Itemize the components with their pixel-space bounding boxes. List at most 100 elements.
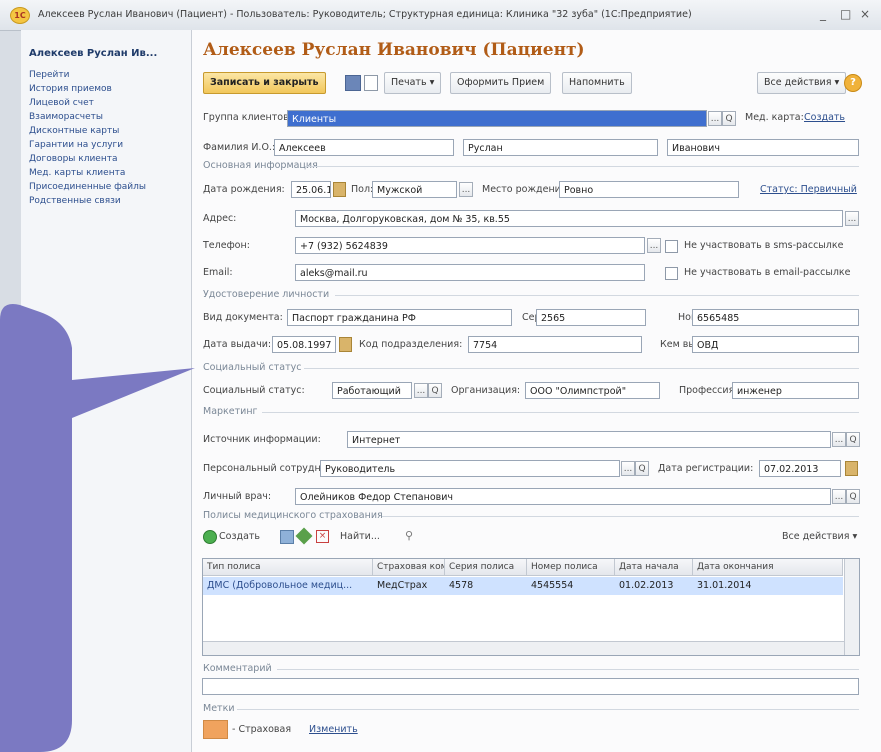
email-input[interactable]: aleks@mail.ru bbox=[295, 264, 645, 281]
policies-table: Тип полиса Страховая комп... Серия полис… bbox=[202, 558, 860, 656]
source-input[interactable]: Интернет bbox=[347, 431, 831, 448]
save-close-button[interactable]: Записать и закрыть bbox=[203, 72, 326, 94]
issued-by-input[interactable]: ОВД bbox=[692, 336, 859, 353]
column-header[interactable]: Номер полиса bbox=[527, 559, 615, 576]
table-cell[interactable]: МедСтрах bbox=[373, 577, 445, 595]
employee-search-icon[interactable]: Q bbox=[635, 461, 649, 476]
policies-all-actions-button[interactable]: Все действия ▾ bbox=[782, 531, 857, 542]
sms-opt-out-label: Не участвовать в sms-рассылке bbox=[684, 240, 844, 251]
last-name-input[interactable]: Алексеев bbox=[274, 139, 454, 156]
client-group-search-icon[interactable]: Q bbox=[722, 111, 736, 126]
birthplace-input[interactable]: Ровно bbox=[559, 181, 739, 198]
sidebar-item-guarantees[interactable]: Гарантии на услуги bbox=[29, 140, 123, 150]
table-cell[interactable]: ДМС (Добровольное медиц... bbox=[203, 577, 373, 595]
table-cell[interactable]: 31.01.2014 bbox=[693, 577, 843, 595]
search-icon[interactable]: ⚲ bbox=[405, 530, 417, 542]
client-group-select-button[interactable]: ... bbox=[708, 111, 722, 126]
social-status-search-icon[interactable]: Q bbox=[428, 383, 442, 398]
phone-input[interactable]: +7 (932) 5624839 bbox=[295, 237, 645, 254]
column-header[interactable]: Дата окончания bbox=[693, 559, 843, 576]
profession-label: Профессия: bbox=[679, 385, 738, 396]
create-icon[interactable] bbox=[203, 530, 217, 544]
sidebar-item-go[interactable]: Перейти bbox=[29, 70, 70, 80]
table-horizontal-scrollbar[interactable] bbox=[203, 641, 844, 655]
label-color-swatch bbox=[203, 720, 228, 739]
remind-button[interactable]: Напомнить bbox=[562, 72, 632, 94]
column-header[interactable]: Страховая комп... bbox=[373, 559, 445, 576]
sidebar-item-files[interactable]: Присоединенные файлы bbox=[29, 182, 146, 192]
doctor-search-icon[interactable]: Q bbox=[846, 489, 860, 504]
find-button[interactable]: Найти... bbox=[340, 531, 380, 542]
series-input[interactable]: 2565 bbox=[536, 309, 646, 326]
maximize-button[interactable]: □ bbox=[840, 7, 851, 21]
sidebar-item-med-cards[interactable]: Мед. карты клиента bbox=[29, 168, 125, 178]
column-header[interactable]: Серия полиса bbox=[445, 559, 527, 576]
column-header[interactable]: Тип полиса bbox=[203, 559, 373, 576]
employee-input[interactable]: Руководитель bbox=[320, 460, 620, 477]
calendar-icon[interactable] bbox=[845, 461, 858, 476]
sms-opt-out-checkbox[interactable] bbox=[665, 240, 678, 253]
address-input[interactable]: Москва, Долгоруковская, дом № 35, кв.55 bbox=[295, 210, 843, 227]
profession-input[interactable]: инженер bbox=[732, 382, 859, 399]
close-button[interactable]: × bbox=[860, 7, 870, 21]
employee-select-button[interactable]: ... bbox=[621, 461, 635, 476]
sidebar-item-settlements[interactable]: Взаиморасчеты bbox=[29, 112, 103, 122]
dob-input[interactable]: 25.06.19 bbox=[291, 181, 331, 198]
print-button[interactable]: Печать ▾ bbox=[384, 72, 442, 94]
doctor-select-button[interactable]: ... bbox=[832, 489, 846, 504]
source-label: Источник информации: bbox=[203, 434, 321, 445]
phone-select-button[interactable]: ... bbox=[647, 238, 661, 253]
sex-select-button[interactable]: ... bbox=[459, 182, 473, 197]
help-icon[interactable]: ? bbox=[844, 74, 862, 92]
med-card-label: Мед. карта: bbox=[745, 112, 804, 123]
table-cell[interactable]: 4578 bbox=[445, 577, 527, 595]
minimize-button[interactable]: _ bbox=[820, 7, 826, 21]
social-status-label: Социальный статус: bbox=[203, 385, 305, 396]
source-select-button[interactable]: ... bbox=[832, 432, 846, 447]
calendar-icon[interactable] bbox=[333, 182, 346, 197]
dept-code-input[interactable]: 7754 bbox=[468, 336, 642, 353]
table-cell[interactable]: 4545554 bbox=[527, 577, 615, 595]
email-opt-out-checkbox[interactable] bbox=[665, 267, 678, 280]
table-vertical-scrollbar[interactable] bbox=[844, 559, 859, 655]
source-search-icon[interactable]: Q bbox=[846, 432, 860, 447]
main-form: Алексеев Руслан Иванович (Пациент) Запис… bbox=[192, 30, 881, 752]
all-actions-button[interactable]: Все действия ▾ bbox=[757, 72, 847, 94]
client-group-input[interactable]: Клиенты bbox=[287, 110, 707, 127]
callout-shape bbox=[0, 304, 195, 752]
section-divider bbox=[335, 295, 859, 296]
sidebar-item-contracts[interactable]: Договоры клиента bbox=[29, 154, 117, 164]
sidebar-item-account[interactable]: Лицевой счет bbox=[29, 98, 94, 108]
sex-input[interactable]: Мужской bbox=[372, 181, 457, 198]
column-header[interactable]: Дата начала bbox=[615, 559, 693, 576]
middle-name-input[interactable]: Иванович bbox=[667, 139, 859, 156]
issue-date-input[interactable]: 05.08.1997 bbox=[272, 336, 336, 353]
sidebar-item-relations[interactable]: Родственные связи bbox=[29, 196, 121, 206]
make-visit-button[interactable]: Оформить Прием bbox=[450, 72, 552, 94]
org-input[interactable]: ООО "Олимпстрой" bbox=[525, 382, 660, 399]
address-select-button[interactable]: ... bbox=[845, 211, 859, 226]
status-link[interactable]: Статус: Первичный bbox=[760, 184, 857, 195]
doctor-input[interactable]: Олейников Федор Степанович bbox=[295, 488, 831, 505]
calendar-icon[interactable] bbox=[339, 337, 352, 352]
sidebar-item-discount-cards[interactable]: Дисконтные карты bbox=[29, 126, 119, 136]
social-status-select-button[interactable]: ... bbox=[414, 383, 428, 398]
sidebar-item-visit-history[interactable]: История приемов bbox=[29, 84, 112, 94]
first-name-input[interactable]: Руслан bbox=[463, 139, 658, 156]
change-label-link[interactable]: Изменить bbox=[309, 724, 358, 735]
doc-type-input[interactable]: Паспорт гражданина РФ bbox=[287, 309, 512, 326]
social-status-input[interactable]: Работающий bbox=[332, 382, 412, 399]
comment-input[interactable] bbox=[202, 678, 859, 695]
edit-icon[interactable] bbox=[295, 527, 313, 545]
save-icon[interactable] bbox=[345, 75, 361, 91]
document-icon[interactable] bbox=[364, 75, 378, 91]
table-cell[interactable]: 01.02.2013 bbox=[615, 577, 693, 595]
create-policy-button[interactable]: Создать bbox=[219, 531, 260, 542]
reg-date-input[interactable]: 07.02.2013 bbox=[759, 460, 841, 477]
delete-icon[interactable]: × bbox=[316, 530, 329, 543]
section-divider bbox=[304, 368, 859, 369]
med-card-create-link[interactable]: Создать bbox=[804, 112, 845, 123]
section-divider bbox=[277, 669, 859, 670]
copy-icon[interactable] bbox=[280, 530, 294, 544]
number-input[interactable]: 6565485 bbox=[692, 309, 859, 326]
